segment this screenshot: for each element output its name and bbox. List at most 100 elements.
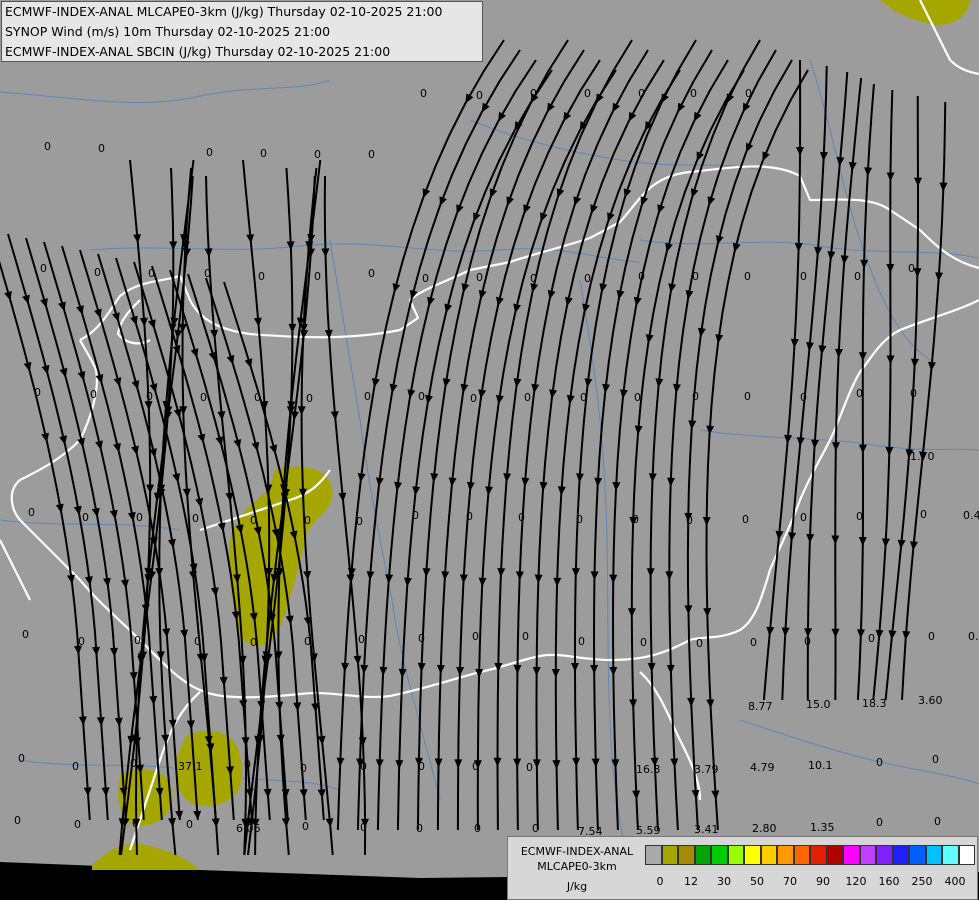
title-line-cape: ECMWF-INDEX-ANAL MLCAPE0-3km (J/kg) Thur…: [5, 4, 443, 19]
cin-zero-label: 0: [920, 508, 927, 521]
legend-tick-label: 50: [750, 875, 764, 888]
cin-zero-label: 0: [422, 272, 429, 285]
legend-swatch: [810, 845, 827, 865]
cin-zero-label: 0: [472, 760, 479, 773]
cin-zero-label: 0: [750, 636, 757, 649]
cin-zero-label: 0: [306, 392, 313, 405]
legend-swatch: [843, 845, 860, 865]
cin-zero-label: 0: [804, 635, 811, 648]
cin-zero-label: 0: [44, 140, 51, 153]
cin-zero-label: 0: [364, 390, 371, 403]
cin-zero-label: 0: [146, 390, 153, 403]
legend-swatch: [711, 845, 728, 865]
legend-tick-label: 160: [878, 875, 900, 888]
cin-zero-label: 0: [356, 515, 363, 528]
cin-zero-label: 0: [800, 511, 807, 524]
cin-value-label: 37.1: [178, 760, 203, 773]
cin-zero-label: 0: [690, 87, 697, 100]
legend-swatch: [876, 845, 893, 865]
cin-zero-label: 0: [94, 266, 101, 279]
cin-zero-label: 0: [302, 820, 309, 833]
cin-zero-label: 0: [314, 270, 321, 283]
cin-zero-label: 0: [472, 630, 479, 643]
cin-zero-label: 0: [40, 262, 47, 275]
cin-zero-label: 0: [692, 270, 699, 283]
cin-zero-label: 0: [130, 757, 137, 770]
legend-tick-label: 250: [911, 875, 933, 888]
legend-tick-label: 120: [845, 875, 867, 888]
cin-zero-label: 0: [304, 635, 311, 648]
cin-zero-label: 0: [204, 267, 211, 280]
cin-zero-label: 0: [638, 87, 645, 100]
cin-zero-label: 0: [530, 272, 537, 285]
cin-zero-label: 0: [418, 390, 425, 403]
legend-swatches: [645, 845, 975, 867]
cin-zero-label: 0: [314, 148, 321, 161]
cin-zero-label: 0: [522, 630, 529, 643]
cin-zero-label: 0: [876, 816, 883, 829]
cin-zero-label: 0: [476, 89, 483, 102]
legend-swatch: [777, 845, 794, 865]
cin-zero-label: 0: [530, 87, 537, 100]
cin-value-label: 10.1: [808, 759, 833, 772]
legend-swatch: [958, 845, 975, 865]
cin-zero-label: 0: [194, 635, 201, 648]
cin-zero-label: 0: [244, 758, 251, 771]
cin-value-label: 3.60: [918, 694, 943, 707]
cin-zero-label: 0: [532, 822, 539, 835]
cin-zero-label: 0: [254, 391, 261, 404]
color-legend: ECMWF-INDEX-ANAL MLCAPE0-3km J/kg 0 12 30 5…: [507, 836, 978, 900]
cin-zero-label: 0: [578, 635, 585, 648]
cin-zero-label: 0: [136, 511, 143, 524]
cin-zero-label: 0: [856, 387, 863, 400]
cin-value-label: 2.80: [752, 822, 777, 835]
legend-swatch: [661, 845, 678, 865]
cin-value-label: 3.41: [694, 823, 719, 836]
cin-zero-label: 0: [28, 506, 35, 519]
cin-value-label: 16.3: [636, 763, 661, 776]
cin-value-label: 4.79: [750, 761, 775, 774]
cin-zero-label: 0: [518, 511, 525, 524]
legend-tick-label: 90: [816, 875, 830, 888]
cin-zero-label: 0: [418, 760, 425, 773]
cin-zero-label: 0: [250, 514, 257, 527]
cin-zero-label: 0: [744, 390, 751, 403]
legend-swatch: [744, 845, 761, 865]
cin-zero-label: 0: [304, 514, 311, 527]
cin-zero-label: 0: [200, 391, 207, 404]
legend-swatch: [909, 845, 926, 865]
legend-tick-label: 0: [656, 875, 664, 888]
cin-zero-label: 0: [526, 761, 533, 774]
cin-value-label: 1.70: [910, 450, 935, 463]
cin-zero-label: 0: [360, 821, 367, 834]
cin-value-label: 0.: [968, 630, 979, 643]
cin-zero-label: 0: [186, 818, 193, 831]
cin-zero-label: 0: [928, 630, 935, 643]
cin-value-label: 18.3: [862, 697, 887, 710]
legend-name: ECMWF-INDEX-ANAL MLCAPE0-3km: [512, 844, 642, 874]
legend-tick-label: 12: [684, 875, 698, 888]
cin-value-label: 6.06: [236, 822, 261, 835]
cin-zero-label: 0: [420, 87, 427, 100]
cin-zero-label: 0: [692, 390, 699, 403]
cin-zero-label: 0: [22, 628, 29, 641]
cin-zero-label: 0: [470, 392, 477, 405]
cin-value-label: 15.0: [806, 698, 831, 711]
cin-zero-label: 0: [580, 391, 587, 404]
cin-zero-label: 0: [90, 388, 97, 401]
cin-zero-label: 0: [745, 87, 752, 100]
cin-zero-label: 0: [418, 632, 425, 645]
cin-zero-label: 0: [800, 270, 807, 283]
cin-zero-label: 0: [466, 510, 473, 523]
cin-zero-label: 0: [18, 752, 25, 765]
legend-swatch: [760, 845, 777, 865]
cin-zero-label: 0: [368, 267, 375, 280]
title-line-wind: SYNOP Wind (m/s) 10m Thursday 02-10-2025…: [5, 24, 331, 39]
legend-swatch: [925, 845, 942, 865]
cin-zero-label: 0: [416, 822, 423, 835]
cin-zero-label: 0: [632, 513, 639, 526]
cin-zero-label: 0: [868, 632, 875, 645]
cin-zero-label: 0: [576, 513, 583, 526]
cin-zero-label: 0: [258, 270, 265, 283]
cin-zero-label: 0: [476, 271, 483, 284]
